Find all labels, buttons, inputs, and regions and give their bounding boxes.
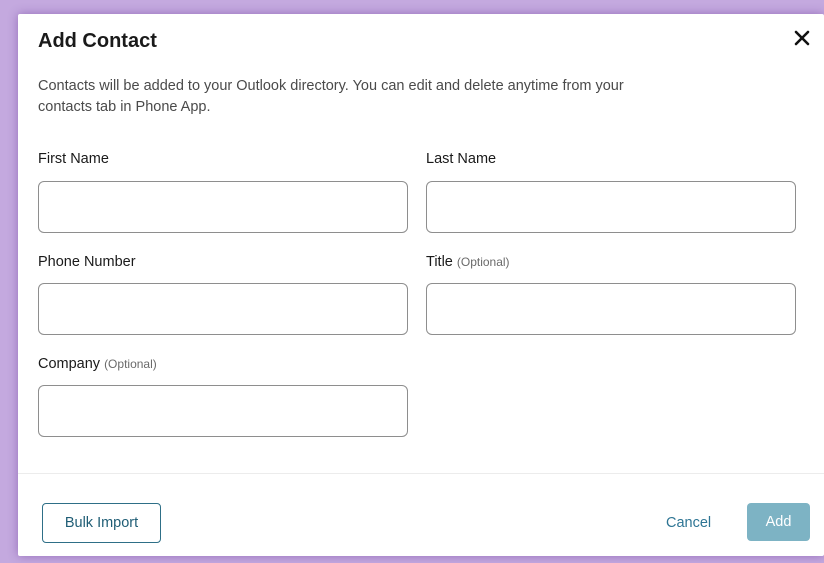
title-optional-hint: (Optional) (456, 255, 510, 269)
add-button[interactable]: Add (747, 503, 810, 541)
dialog-description: Contacts will be added to your Outlook d… (38, 78, 624, 115)
close-icon[interactable] (792, 28, 812, 48)
last-name-label: Last Name (426, 151, 496, 167)
company-label: Company (Optional) (38, 356, 157, 372)
bulk-import-button[interactable]: Bulk Import (42, 503, 161, 543)
first-name-label-text: First Name (38, 151, 109, 167)
first-name-label: First Name (38, 151, 109, 167)
last-name-label-text: Last Name (426, 151, 497, 167)
company-optional-hint: (Optional) (104, 357, 157, 371)
title-label-text: Title (426, 254, 453, 270)
company-label-text: Company (38, 356, 101, 372)
last-name-input[interactable] (426, 181, 796, 233)
first-name-input[interactable] (38, 181, 408, 233)
footer-divider (18, 473, 824, 474)
add-contact-dialog: Add Contact Contacts will be added to yo… (18, 14, 824, 556)
cancel-button[interactable]: Cancel (662, 508, 715, 538)
phone-number-label-text: Phone Number (38, 254, 136, 270)
phone-number-label: Phone Number (38, 254, 136, 270)
company-input[interactable] (38, 385, 408, 437)
title-label: Title (Optional) (426, 254, 510, 270)
phone-number-input[interactable] (38, 283, 408, 335)
dialog-title: Add Contact (38, 30, 157, 52)
title-input[interactable] (426, 283, 796, 335)
